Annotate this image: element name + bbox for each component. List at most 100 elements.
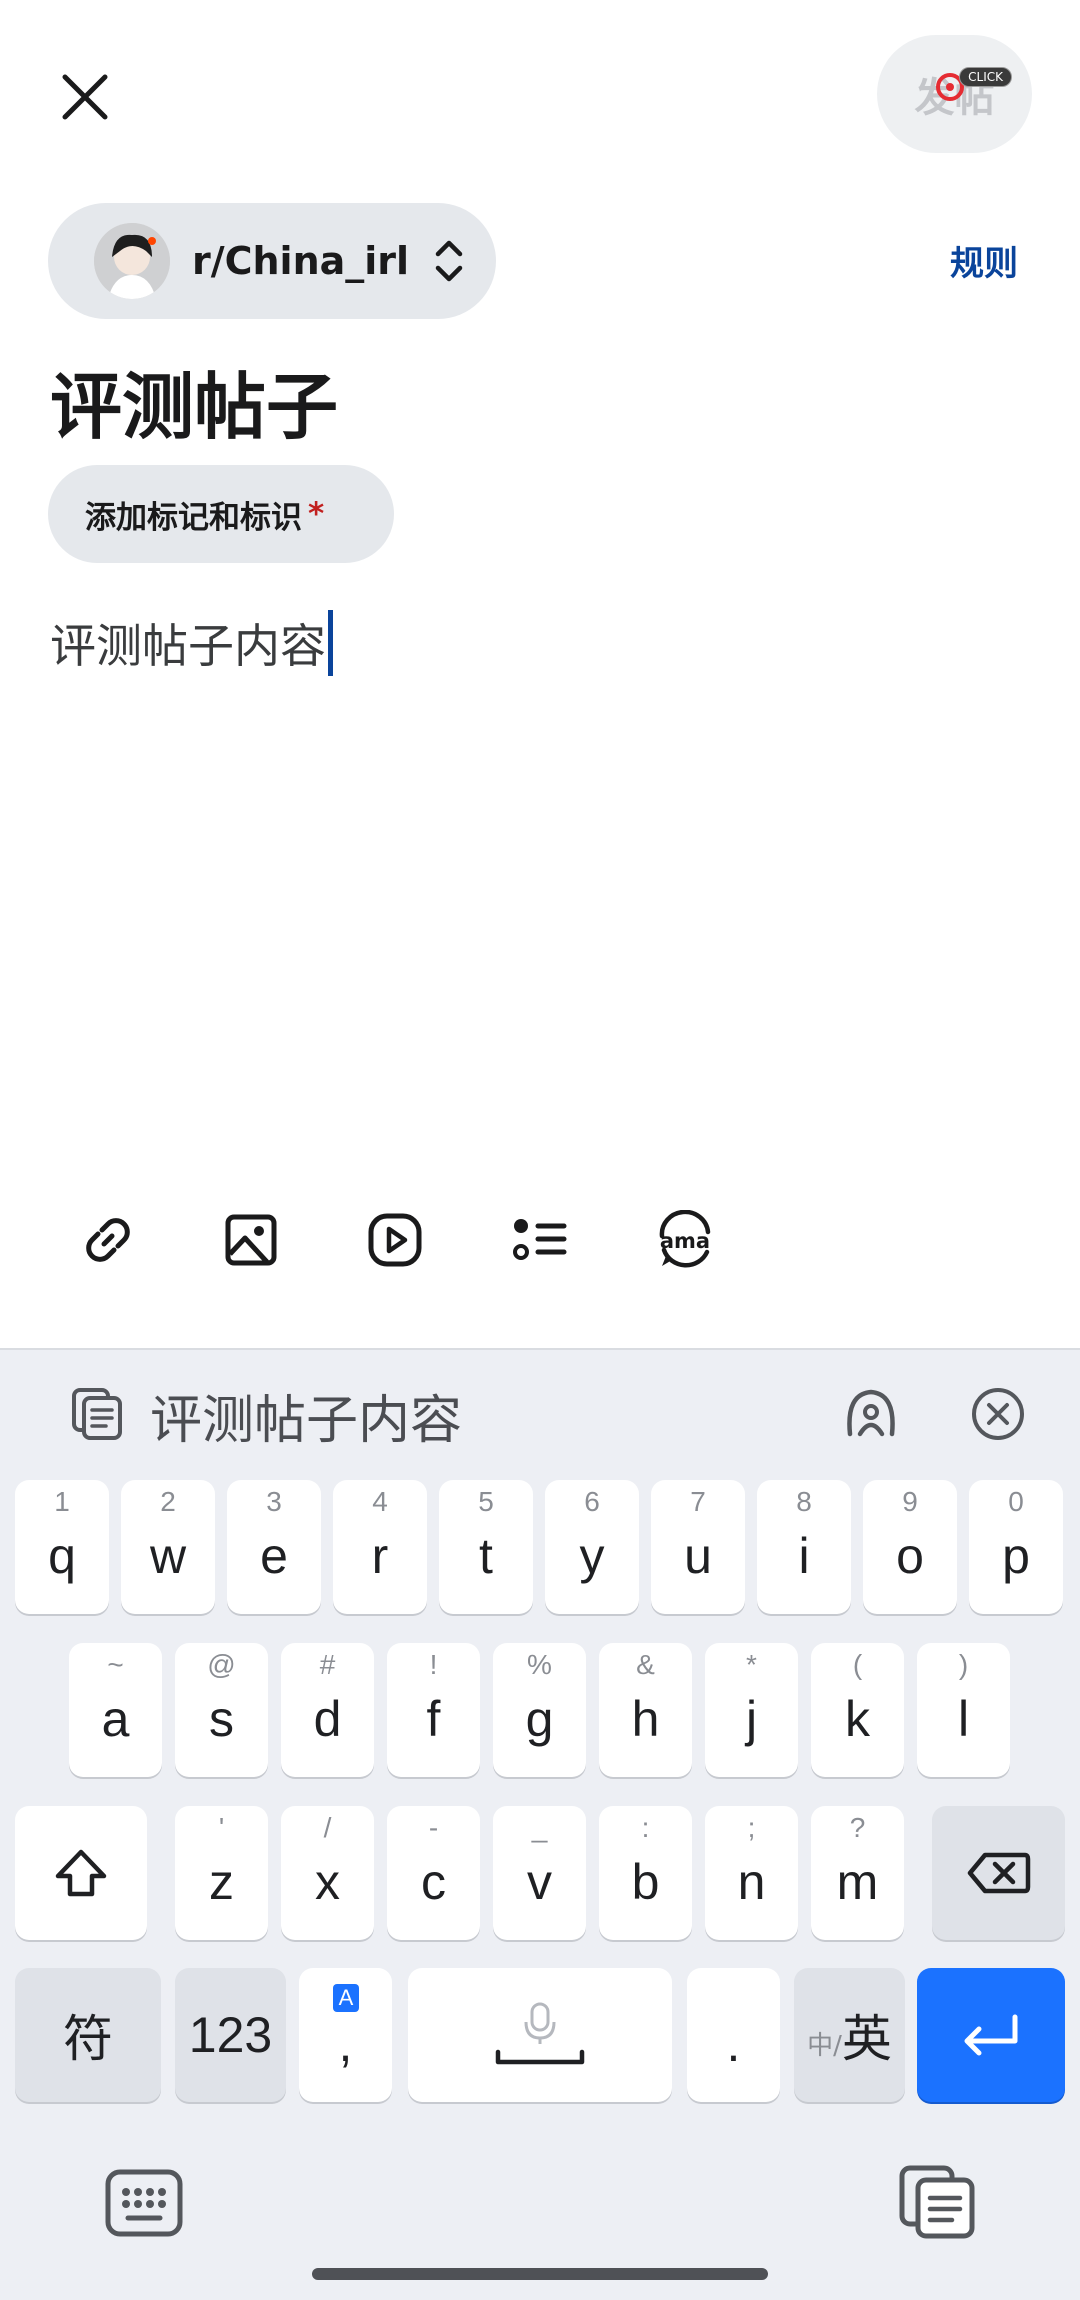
key-label: w (149, 1528, 187, 1584)
key-label: 123 (188, 2007, 273, 2063)
language-switch-key[interactable]: 中/英 (794, 1968, 905, 2102)
key-hint: 3 (266, 1486, 282, 1517)
key-x[interactable]: / x (281, 1806, 374, 1940)
key-hint: 7 (690, 1486, 706, 1517)
key-label: c (421, 1854, 446, 1910)
key-hint: / (323, 1812, 332, 1843)
period-key[interactable]: . (687, 1968, 780, 2102)
key-label: , (338, 2016, 353, 2072)
key-g[interactable]: % g (493, 1643, 586, 1777)
key-label: r (371, 1528, 389, 1584)
key-hint: * (746, 1649, 757, 1680)
post-title-input[interactable]: 评测帖子 (50, 348, 338, 453)
key-label: u (684, 1528, 712, 1584)
key-o[interactable]: 9o (863, 1480, 957, 1614)
link-icon (86, 1218, 130, 1262)
insert-ama-button[interactable]: ama (648, 1204, 722, 1276)
clipboard-suggestion-bar: 评测帖子内容 (0, 1350, 1080, 1470)
key-w[interactable]: 2w (121, 1480, 215, 1614)
post-button[interactable]: 发帖 CLICK (877, 35, 1032, 153)
key-label: z (209, 1854, 234, 1910)
flair-label: 添加标记和标识 (85, 499, 302, 536)
enter-key[interactable] (917, 1968, 1065, 2102)
key-label: 英 (841, 2011, 892, 2067)
keyboard-switch-icon[interactable] (104, 2168, 184, 2238)
key-z[interactable]: ' z (175, 1806, 268, 1940)
key-u[interactable]: 7u (651, 1480, 745, 1614)
insert-link-button[interactable] (72, 1204, 144, 1276)
rules-link[interactable]: 规则 (950, 236, 1018, 285)
key-label: j (745, 1691, 758, 1747)
key-m[interactable]: ? m (811, 1806, 904, 1940)
home-indicator (312, 2268, 768, 2280)
key-label: x (315, 1854, 340, 1910)
key-t[interactable]: 5t (439, 1480, 533, 1614)
key-n[interactable]: ; n (705, 1806, 798, 1940)
post-body-input[interactable]: 评测帖子内容 (50, 610, 333, 676)
key-l[interactable]: ) l (917, 1643, 1010, 1777)
key-hint: 1 (54, 1486, 70, 1517)
key-b[interactable]: :b (599, 1806, 692, 1940)
key-label: s (209, 1691, 234, 1747)
key-label: e (260, 1528, 288, 1584)
key-j[interactable]: * j (705, 1643, 798, 1777)
shift-key[interactable] (15, 1806, 147, 1940)
key-s[interactable]: @ s (175, 1643, 268, 1777)
space-key[interactable] (408, 1968, 672, 2102)
key-hint: 5 (478, 1486, 494, 1517)
numbers-key[interactable]: 123 (175, 1968, 286, 2102)
key-r[interactable]: 4r (333, 1480, 427, 1614)
key-k[interactable]: (k (811, 1643, 904, 1777)
add-flair-button[interactable]: 添加标记和标识 * (48, 465, 394, 563)
key-label: l (957, 1691, 970, 1747)
key-hint: % (527, 1649, 552, 1680)
key-f[interactable]: ! f (387, 1643, 480, 1777)
key-c[interactable]: -c (387, 1806, 480, 1940)
community-selector[interactable]: r/China_irl (48, 203, 496, 319)
key-v[interactable]: _ v (493, 1806, 586, 1940)
key-label: o (896, 1528, 924, 1584)
ai-assistant-icon[interactable] (842, 1384, 900, 1442)
insert-video-button[interactable] (359, 1204, 431, 1276)
shift-icon (55, 1849, 107, 1897)
key-hint: @ (207, 1649, 236, 1680)
required-mark: * (308, 496, 325, 532)
key-q[interactable]: 1q (15, 1480, 109, 1614)
key-hint: 8 (796, 1486, 812, 1517)
symbols-key[interactable]: 符 (15, 1968, 161, 2102)
key-d[interactable]: # d (281, 1643, 374, 1777)
close-suggestion-icon[interactable] (970, 1386, 1026, 1442)
chevron-up-down-icon (435, 240, 463, 282)
key-hint: ' (218, 1812, 225, 1843)
key-label: v (527, 1854, 552, 1910)
key-label: n (737, 1854, 766, 1910)
insert-image-button[interactable] (215, 1204, 287, 1276)
key-hint: 9 (902, 1486, 918, 1517)
key-hint: : (641, 1812, 650, 1843)
key-label: i (798, 1528, 810, 1584)
post-body-text: 评测帖子内容 (50, 619, 326, 673)
key-label: b (631, 1854, 660, 1910)
clipboard-suggestion[interactable]: 评测帖子内容 (150, 1378, 462, 1453)
backspace-key[interactable] (932, 1806, 1065, 1940)
key-label: a (101, 1691, 130, 1747)
key-a[interactable]: ~ a (69, 1643, 162, 1777)
key-label: q (48, 1528, 76, 1584)
key-p[interactable]: 0p (969, 1480, 1063, 1614)
key-label: k (845, 1691, 870, 1747)
key-label: y (579, 1528, 605, 1584)
key-e[interactable]: 3e (227, 1480, 321, 1614)
community-name: r/China_irl (192, 239, 410, 283)
key-y[interactable]: 6y (545, 1480, 639, 1614)
close-button[interactable] (40, 52, 130, 142)
key-h[interactable]: & h (599, 1643, 692, 1777)
clipboard-manager-icon[interactable] (898, 2164, 978, 2240)
key-hint: 2 (160, 1486, 176, 1517)
key-hint: ? (849, 1812, 866, 1843)
image-icon (225, 1214, 277, 1266)
insert-list-button[interactable] (504, 1204, 576, 1276)
key-i[interactable]: 8i (757, 1480, 851, 1614)
key-label: m (836, 1854, 879, 1910)
comma-key[interactable]: A, (299, 1968, 392, 2102)
enter-icon (964, 2014, 1018, 2056)
